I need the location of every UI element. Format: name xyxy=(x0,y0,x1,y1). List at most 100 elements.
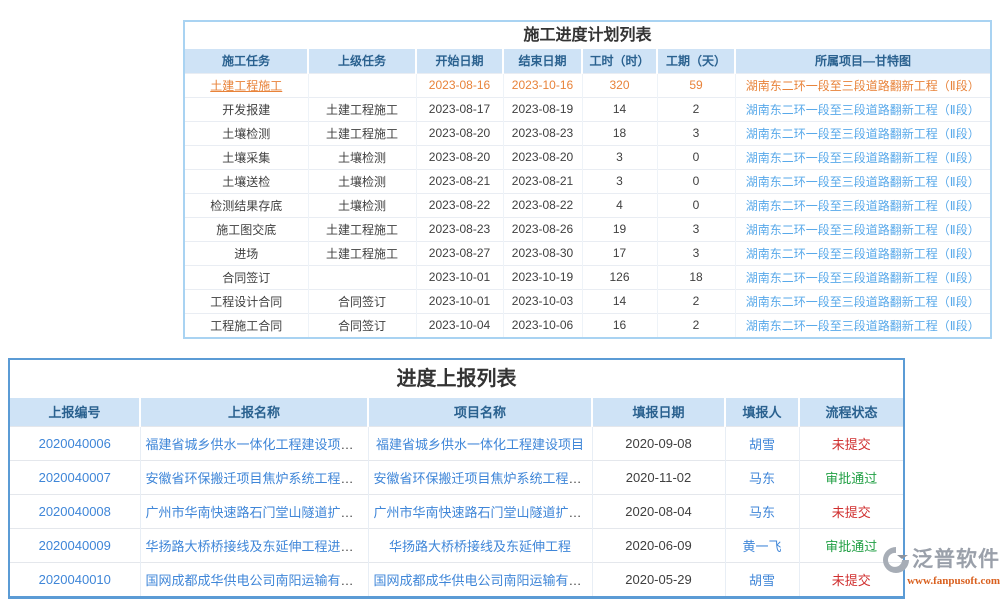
report-row: 2020040007 安徽省环保搬迁项目焦炉系统工程及公... 安徽省环保搬迁项目焦… xyxy=(10,460,903,494)
plan-work-hours-text: 14 xyxy=(613,102,626,116)
report-project-link[interactable]: 安徽省环保搬迁项目焦炉系统工程及公... xyxy=(374,471,593,486)
plan-work-hours-text: 3 xyxy=(616,150,623,164)
report-name-link[interactable]: 广州市华南快速路石门堂山隧道扩建工... xyxy=(146,505,369,520)
plan-end-date-cell: 2023-10-03 xyxy=(503,289,582,313)
plan-duration-days-text: 0 xyxy=(693,174,700,188)
plan-parent-task-text: 合同签订 xyxy=(338,319,386,333)
plan-end-date-cell: 2023-10-16 xyxy=(503,73,582,97)
plan-task-text: 工程设计合同 xyxy=(210,295,282,309)
plan-end-date-text: 2023-10-16 xyxy=(512,78,573,92)
plan-duration-days-cell: 2 xyxy=(657,313,735,337)
plan-task-text: 工程施工合同 xyxy=(210,319,282,333)
report-project-cell: 福建省城乡供水一体化工程建设项目 xyxy=(368,426,592,460)
report-row: 2020040006 福建省城乡供水一体化工程建设项目进... 福建省城乡供水一体化… xyxy=(10,426,903,460)
plan-end-date-cell: 2023-08-20 xyxy=(503,145,582,169)
report-reporter-cell: 马东 xyxy=(725,494,799,528)
report-status-text: 未提交 xyxy=(832,437,871,452)
plan-project-gantt-link[interactable]: 湖南东二环一段至三段道路翻新工程（Ⅱ段） xyxy=(746,247,980,261)
plan-end-date-cell: 2023-08-22 xyxy=(503,193,582,217)
plan-project-gantt-link[interactable]: 湖南东二环一段至三段道路翻新工程（Ⅱ段） xyxy=(746,199,980,213)
report-status-text: 未提交 xyxy=(832,505,871,520)
plan-duration-days-cell: 0 xyxy=(657,145,735,169)
watermark-brand-text: 泛普软件 xyxy=(912,547,1000,573)
plan-task-text: 土壤采集 xyxy=(222,151,270,165)
plan-parent-task-text: 合同签订 xyxy=(338,295,386,309)
plan-task-text: 开发报建 xyxy=(222,103,270,117)
plan-duration-days-text: 2 xyxy=(693,102,700,116)
plan-parent-task-text: 土建工程施工 xyxy=(326,223,398,237)
report-project-cell: 广州市华南快速路石门堂山隧道扩建工... xyxy=(368,494,592,528)
plan-project-gantt-link[interactable]: 湖南东二环一段至三段道路翻新工程（Ⅱ段） xyxy=(746,271,980,285)
report-reporter-text: 马东 xyxy=(749,505,775,520)
report-name-cell: 华扬路大桥桥接线及东延伸工程进度上报 xyxy=(140,528,368,562)
plan-start-date-cell: 2023-08-23 xyxy=(416,217,503,241)
plan-start-date-cell: 2023-08-16 xyxy=(416,73,503,97)
plan-parent-task-cell: 土建工程施工 xyxy=(308,97,416,121)
plan-end-date-text: 2023-08-23 xyxy=(512,126,573,140)
report-id-link[interactable]: 2020040009 xyxy=(39,538,111,553)
plan-work-hours-text: 4 xyxy=(616,198,623,212)
plan-parent-task-text: 土壤检测 xyxy=(338,175,386,189)
plan-project-gantt-cell: 湖南东二环一段至三段道路翻新工程（Ⅱ段） xyxy=(735,73,990,97)
report-fill-date-text: 2020-05-29 xyxy=(625,572,692,587)
report-id-link[interactable]: 2020040006 xyxy=(39,436,111,451)
report-name-link[interactable]: 国网成都成华供电公司南阳运输有限公... xyxy=(146,573,369,588)
plan-start-date-cell: 2023-08-21 xyxy=(416,169,503,193)
report-column-header: 流程状态 xyxy=(799,398,903,426)
report-reporter-text: 马东 xyxy=(749,471,775,486)
report-project-link[interactable]: 福建省城乡供水一体化工程建设项目 xyxy=(376,437,584,452)
plan-project-gantt-link[interactable]: 湖南东二环一段至三段道路翻新工程（Ⅱ段） xyxy=(746,79,980,93)
report-name-link[interactable]: 华扬路大桥桥接线及东延伸工程进度上报 xyxy=(146,539,369,554)
report-name-link[interactable]: 福建省城乡供水一体化工程建设项目进... xyxy=(146,437,369,452)
plan-project-gantt-link[interactable]: 湖南东二环一段至三段道路翻新工程（Ⅱ段） xyxy=(746,151,980,165)
report-id-link[interactable]: 2020040010 xyxy=(39,572,111,587)
plan-work-hours-text: 3 xyxy=(616,174,623,188)
report-fill-date-text: 2020-08-04 xyxy=(625,504,692,519)
plan-project-gantt-link[interactable]: 湖南东二环一段至三段道路翻新工程（Ⅱ段） xyxy=(746,319,980,333)
plan-start-date-cell: 2023-08-27 xyxy=(416,241,503,265)
plan-start-date-cell: 2023-08-17 xyxy=(416,97,503,121)
plan-duration-days-cell: 59 xyxy=(657,73,735,97)
report-status-text: 未提交 xyxy=(832,573,871,588)
plan-project-gantt-link[interactable]: 湖南东二环一段至三段道路翻新工程（Ⅱ段） xyxy=(746,103,980,117)
plan-duration-days-text: 0 xyxy=(693,198,700,212)
report-id-cell: 2020040009 xyxy=(10,528,140,562)
report-column-header: 上报名称 xyxy=(140,398,368,426)
plan-task-cell: 工程施工合同 xyxy=(185,313,308,337)
plan-end-date-cell: 2023-10-19 xyxy=(503,265,582,289)
plan-column-header: 施工任务 xyxy=(185,49,308,73)
plan-task-cell: 土壤检测 xyxy=(185,121,308,145)
report-row: 2020040010 国网成都成华供电公司南阳运输有限公... 国网成都成华供电公司… xyxy=(10,562,903,596)
plan-parent-task-cell: 土建工程施工 xyxy=(308,241,416,265)
plan-duration-days-cell: 3 xyxy=(657,241,735,265)
plan-project-gantt-link[interactable]: 湖南东二环一段至三段道路翻新工程（Ⅱ段） xyxy=(746,127,980,141)
plan-end-date-text: 2023-08-26 xyxy=(512,222,573,236)
plan-end-date-text: 2023-08-22 xyxy=(512,198,573,212)
report-id-link[interactable]: 2020040008 xyxy=(39,504,111,519)
plan-work-hours-text: 19 xyxy=(613,222,626,236)
plan-work-hours-cell: 18 xyxy=(582,121,657,145)
plan-duration-days-text: 18 xyxy=(689,270,702,284)
plan-project-gantt-cell: 湖南东二环一段至三段道路翻新工程（Ⅱ段） xyxy=(735,145,990,169)
plan-start-date-text: 2023-10-04 xyxy=(429,318,490,332)
plan-duration-days-cell: 0 xyxy=(657,169,735,193)
plan-task-cell: 施工图交底 xyxy=(185,217,308,241)
plan-work-hours-cell: 3 xyxy=(582,169,657,193)
report-status-cell: 未提交 xyxy=(799,494,903,528)
report-project-link[interactable]: 国网成都成华供电公司南阳运输有限公... xyxy=(374,573,593,588)
report-column-header: 填报人 xyxy=(725,398,799,426)
plan-project-gantt-link[interactable]: 湖南东二环一段至三段道路翻新工程（Ⅱ段） xyxy=(746,175,980,189)
plan-project-gantt-link[interactable]: 湖南东二环一段至三段道路翻新工程（Ⅱ段） xyxy=(746,223,980,237)
report-id-link[interactable]: 2020040007 xyxy=(39,470,111,485)
plan-task-text: 土壤送检 xyxy=(222,175,270,189)
plan-duration-days-text: 3 xyxy=(693,222,700,236)
plan-project-gantt-link[interactable]: 湖南东二环一段至三段道路翻新工程（Ⅱ段） xyxy=(746,295,980,309)
plan-column-header: 开始日期 xyxy=(416,49,503,73)
plan-task-cell: 土壤采集 xyxy=(185,145,308,169)
plan-task-link[interactable]: 土建工程施工 xyxy=(210,79,282,93)
report-project-link[interactable]: 广州市华南快速路石门堂山隧道扩建工... xyxy=(374,505,593,520)
report-name-link[interactable]: 安徽省环保搬迁项目焦炉系统工程及公... xyxy=(146,471,369,486)
plan-parent-task-cell: 土壤检测 xyxy=(308,169,416,193)
report-project-link[interactable]: 华扬路大桥桥接线及东延伸工程 xyxy=(389,539,571,554)
plan-end-date-text: 2023-10-06 xyxy=(512,318,573,332)
